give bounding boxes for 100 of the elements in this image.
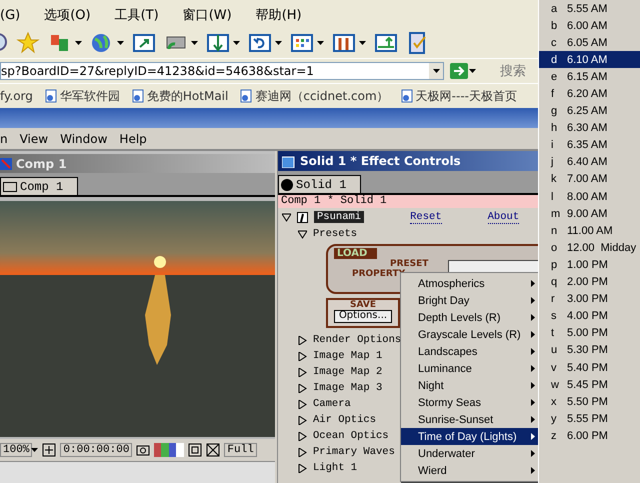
expand-triangle-icon[interactable] (298, 400, 307, 408)
expand-triangle-icon[interactable] (298, 384, 307, 392)
effect-tab[interactable]: Solid 1 (278, 175, 362, 193)
caret-icon[interactable] (117, 41, 124, 45)
menu-item[interactable]: w 5.45 PM (539, 376, 640, 394)
menu-item[interactable]: k 7.00 AM (539, 170, 640, 188)
undo-icon[interactable] (248, 31, 272, 55)
menu-item[interactable]: h 6.30 AM (539, 120, 640, 137)
group-label[interactable]: Primary Waves (313, 446, 395, 458)
menu-item[interactable]: m 9.00 AM (539, 205, 640, 222)
collapse-triangle-icon[interactable] (282, 212, 291, 222)
menu-item[interactable]: y 5.55 PM (539, 410, 640, 428)
address-field[interactable]: sp?BoardID=27&replyID=41238&id=54638&star=1 (0, 62, 444, 80)
menu-item[interactable]: Help (119, 132, 147, 146)
bookmark-link[interactable]: fy.org (0, 89, 33, 103)
menu-item[interactable]: Window (60, 132, 108, 146)
menu-item[interactable]: 窗口(W) (182, 6, 232, 24)
menu-item[interactable]: q 2.00 PM (539, 274, 640, 291)
menu-item[interactable]: (G) (0, 8, 20, 22)
menu-item[interactable]: n (0, 132, 8, 146)
about-link[interactable]: About (488, 210, 520, 224)
expand-triangle-icon[interactable] (298, 432, 307, 440)
menu-item[interactable]: p 1.00 PM (539, 256, 640, 274)
channels-icon[interactable] (154, 443, 184, 457)
expand-triangle-icon[interactable] (298, 416, 307, 424)
fx-icon[interactable] (297, 212, 308, 222)
group-label[interactable]: Render Options (313, 334, 402, 346)
star-icon[interactable] (16, 31, 40, 55)
menu-item[interactable]: Time of Day (Lights) (401, 428, 539, 445)
search-label[interactable]: 搜索 (500, 62, 526, 80)
group-label[interactable]: Camera (313, 398, 351, 410)
group-label[interactable]: Image Map 3 (313, 382, 382, 394)
menu-item[interactable]: Grayscale Levels (R) (401, 326, 539, 343)
menu-item[interactable]: o 12.00 Midday (539, 239, 640, 256)
caret-icon[interactable] (317, 41, 324, 45)
expand-triangle-icon[interactable] (298, 448, 307, 456)
expand-triangle-icon[interactable] (298, 336, 307, 344)
timecode-field[interactable]: 0:00:00:00 (60, 443, 132, 457)
expand-triangle-icon[interactable] (298, 352, 307, 360)
group-label[interactable]: Air Optics (313, 414, 376, 426)
zoom-field[interactable]: 100% (0, 443, 32, 457)
group-label[interactable]: Image Map 1 (313, 350, 382, 362)
resolution-field[interactable]: Full (224, 443, 257, 457)
menu-item[interactable]: c 6.05 AM (539, 34, 640, 52)
menu-item[interactable]: e 6.15 AM (539, 68, 640, 86)
caret-icon[interactable] (75, 41, 82, 45)
menu-item[interactable]: g 6.25 AM (539, 102, 640, 120)
caret-icon[interactable] (469, 69, 476, 73)
camera-icon[interactable] (136, 444, 150, 456)
caret-icon[interactable] (233, 41, 240, 45)
menu-item[interactable]: 帮助(H) (256, 6, 302, 24)
menu-item[interactable]: Stormy Seas (401, 394, 539, 411)
options-button[interactable]: Options... (334, 310, 392, 323)
menu-item[interactable]: d 6.10 AM (539, 51, 640, 68)
menu-item[interactable]: u 5.30 PM (539, 342, 640, 359)
menu-item[interactable]: j 6.40 AM (539, 154, 640, 171)
menu-item[interactable]: x 5.50 PM (539, 393, 640, 410)
menu-item[interactable]: Sunrise-Sunset (401, 411, 539, 428)
safe-area-icon[interactable] (188, 443, 202, 457)
caret-icon[interactable] (31, 448, 38, 452)
menu-item[interactable]: s 4.00 PM (539, 308, 640, 325)
group-label[interactable]: Light 1 (313, 462, 358, 474)
expand-triangle-icon[interactable] (298, 464, 307, 472)
menu-item[interactable]: Depth Levels (R) (401, 309, 539, 326)
expand-triangle-icon[interactable] (298, 368, 307, 376)
caret-icon[interactable] (191, 41, 198, 45)
menu-item[interactable]: View (20, 132, 48, 146)
bookmark-link[interactable]: 华军软件园 (60, 88, 120, 104)
menu-item[interactable]: 选项(O) (44, 6, 91, 24)
upload-icon[interactable] (374, 31, 398, 55)
menu-item[interactable]: Night (401, 377, 539, 394)
menu-item[interactable]: Wierd (401, 462, 539, 479)
menu-item[interactable]: f 6.20 AM (539, 85, 640, 103)
group-label[interactable]: Ocean Optics (313, 430, 389, 442)
menu-item[interactable]: Luminance (401, 360, 539, 377)
menu-item[interactable]: 工具(T) (114, 6, 159, 24)
menu-item[interactable]: r 3.00 PM (539, 290, 640, 308)
menu-item[interactable]: b 6.00 AM (539, 17, 640, 34)
menu-item[interactable]: Underwater (401, 445, 539, 462)
menu-item[interactable]: Landscapes (401, 343, 539, 360)
menu-item[interactable]: Bright Day (401, 292, 539, 309)
menu-item[interactable]: n 11.00 AM (539, 222, 640, 240)
menu-item[interactable]: i 6.35 AM (539, 136, 640, 154)
bookmark-link[interactable]: 免费的HotMail (146, 88, 228, 104)
collapse-triangle-icon[interactable] (298, 230, 307, 238)
region-icon[interactable] (42, 443, 56, 457)
submenu-arrow-icon (531, 416, 535, 423)
bookmark-link[interactable]: 赛迪网（ccidnet.com） (255, 88, 389, 104)
comp-tab[interactable]: Comp 1 (0, 177, 78, 195)
menu-item[interactable]: t 5.00 PM (539, 324, 640, 342)
group-label[interactable]: Image Map 2 (313, 366, 382, 378)
caret-icon[interactable] (275, 41, 282, 45)
menu-item[interactable]: z 6.00 PM (539, 427, 640, 444)
caret-icon[interactable] (359, 41, 366, 45)
menu-item[interactable]: v 5.40 PM (539, 358, 640, 376)
reset-link[interactable]: Reset (410, 210, 442, 224)
download-icon[interactable] (206, 31, 230, 55)
bookmark-link[interactable]: 天极网----天极首页 (416, 88, 517, 104)
menu-item[interactable]: a 5.55 AM (539, 0, 640, 18)
dropdown-button[interactable] (429, 63, 443, 79)
